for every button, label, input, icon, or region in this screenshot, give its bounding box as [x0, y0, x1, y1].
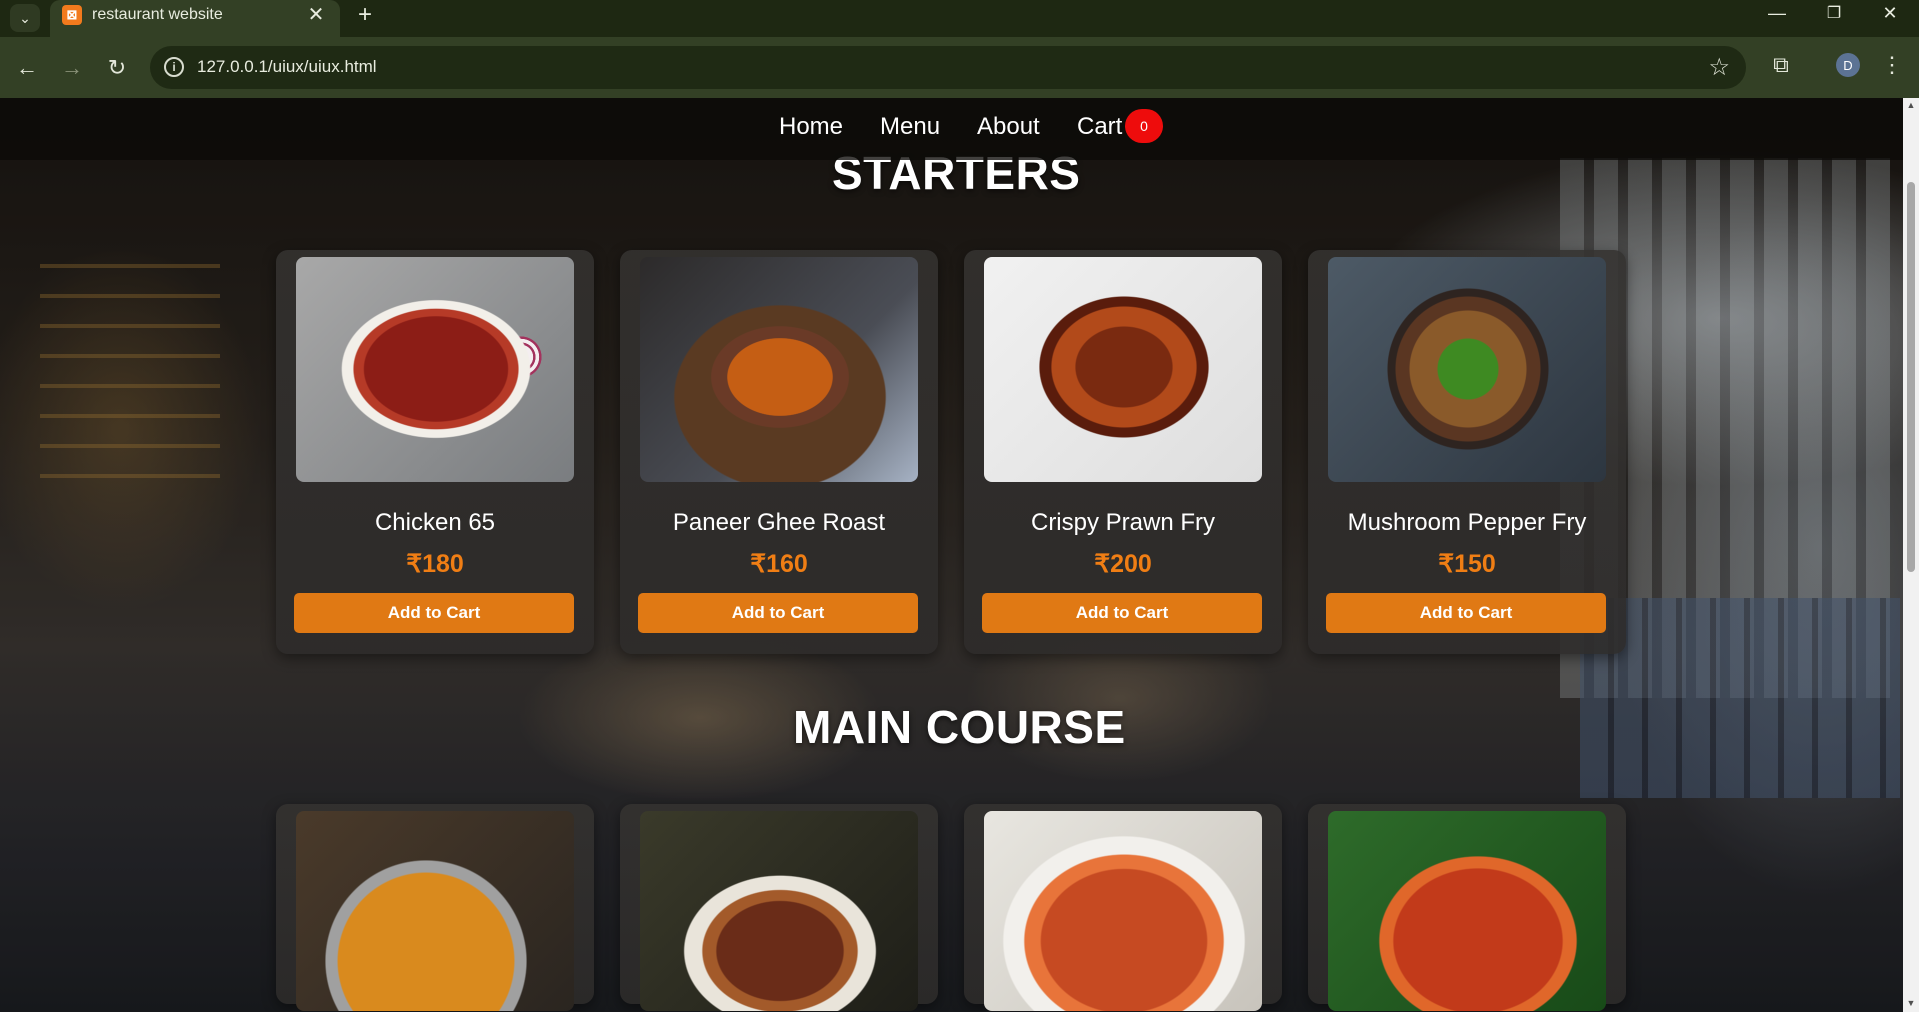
- site-info-icon[interactable]: i: [164, 57, 184, 77]
- page-viewport: Home Menu About Cart 0 STARTERS Chicken …: [0, 98, 1919, 1012]
- page-scrollbar[interactable]: ▲ ▼: [1903, 98, 1919, 1012]
- new-tab-plus-icon[interactable]: +: [350, 1, 380, 29]
- browser-tab[interactable]: ⊠ restaurant website ✕: [50, 0, 340, 37]
- window-close-icon[interactable]: ✕: [1863, 0, 1917, 26]
- back-arrow-left-icon[interactable]: ←: [9, 50, 45, 86]
- scroll-up-arrow-icon[interactable]: ▲: [1906, 100, 1916, 110]
- add-to-cart-button[interactable]: Add to Cart: [1326, 593, 1606, 633]
- menu-card: Mushroom Pepper Fry ₹150 Add to Cart: [1308, 250, 1626, 654]
- menu-card: [1308, 804, 1626, 1011]
- dish-name: Paneer Ghee Roast: [672, 509, 886, 536]
- tab-title: restaurant website: [92, 6, 223, 23]
- scrollbar-thumb[interactable]: [1907, 182, 1915, 572]
- scroll-down-arrow-icon[interactable]: ▼: [1906, 998, 1916, 1008]
- profile-avatar[interactable]: D: [1836, 53, 1860, 77]
- chicken-65-image: [296, 257, 574, 482]
- cart-count-badge: 0: [1125, 109, 1163, 143]
- curry-dish-image: [296, 811, 574, 1011]
- pasta-dish-image: [984, 811, 1262, 1011]
- window-restore-icon[interactable]: ❐: [1807, 0, 1861, 26]
- tab-close-icon[interactable]: ✕: [304, 2, 328, 26]
- paneer-ghee-roast-image: [640, 257, 918, 482]
- window-minimize-icon[interactable]: —: [1750, 0, 1804, 26]
- section-title-main-course: MAIN COURSE: [793, 701, 1126, 753]
- menu-card: Paneer Ghee Roast ₹160 Add to Cart: [620, 250, 938, 654]
- dish-name: Mushroom Pepper Fry: [1347, 509, 1587, 536]
- dish-price: ₹180: [406, 550, 464, 578]
- extensions-puzzle-icon[interactable]: ⧉: [1768, 52, 1794, 78]
- url-text[interactable]: 127.0.0.1/uiux/uiux.html: [197, 57, 377, 77]
- add-to-cart-button[interactable]: Add to Cart: [982, 593, 1262, 633]
- nav-link-cart[interactable]: Cart: [1077, 113, 1122, 141]
- browser-toolbar: ← → ↻ i 127.0.0.1/uiux/uiux.html ☆ ⧉ D ⋮: [0, 37, 1919, 98]
- menu-card: [276, 804, 594, 1011]
- nav-link-home[interactable]: Home: [779, 113, 843, 141]
- menu-card: Chicken 65 ₹180 Add to Cart: [276, 250, 594, 654]
- nav-link-about[interactable]: About: [977, 113, 1040, 141]
- menu-card: [964, 804, 1282, 1011]
- site-navbar: Home Menu About Cart 0: [0, 98, 1903, 160]
- dish-price: ₹200: [1094, 550, 1152, 578]
- menu-card: [620, 804, 938, 1011]
- crispy-prawn-fry-image: [984, 257, 1262, 482]
- browser-menu-kebab-icon[interactable]: ⋮: [1880, 50, 1904, 80]
- meat-fry-dish-image: [640, 811, 918, 1011]
- mushroom-pepper-fry-image: [1328, 257, 1606, 482]
- add-to-cart-button[interactable]: Add to Cart: [294, 593, 574, 633]
- add-to-cart-button[interactable]: Add to Cart: [638, 593, 918, 633]
- dish-name: Chicken 65: [374, 509, 496, 536]
- browser-tab-strip: ⌄ ⊠ restaurant website ✕ + — ❐ ✕: [0, 0, 1919, 37]
- address-bar[interactable]: i 127.0.0.1/uiux/uiux.html ☆: [150, 46, 1746, 89]
- chilli-dish-image: [1328, 811, 1606, 1011]
- dish-price: ₹150: [1438, 550, 1496, 578]
- dish-price: ₹160: [750, 550, 808, 578]
- menu-card: Crispy Prawn Fry ₹200 Add to Cart: [964, 250, 1282, 654]
- dish-name: Crispy Prawn Fry: [1030, 509, 1216, 536]
- forward-arrow-right-icon[interactable]: →: [54, 50, 90, 86]
- reload-icon[interactable]: ↻: [99, 50, 135, 86]
- xampp-favicon-icon: ⊠: [62, 5, 82, 25]
- nav-link-menu[interactable]: Menu: [880, 113, 940, 141]
- tab-list-chevron-down-icon[interactable]: ⌄: [10, 4, 40, 32]
- bookmark-star-icon[interactable]: ☆: [1708, 53, 1730, 82]
